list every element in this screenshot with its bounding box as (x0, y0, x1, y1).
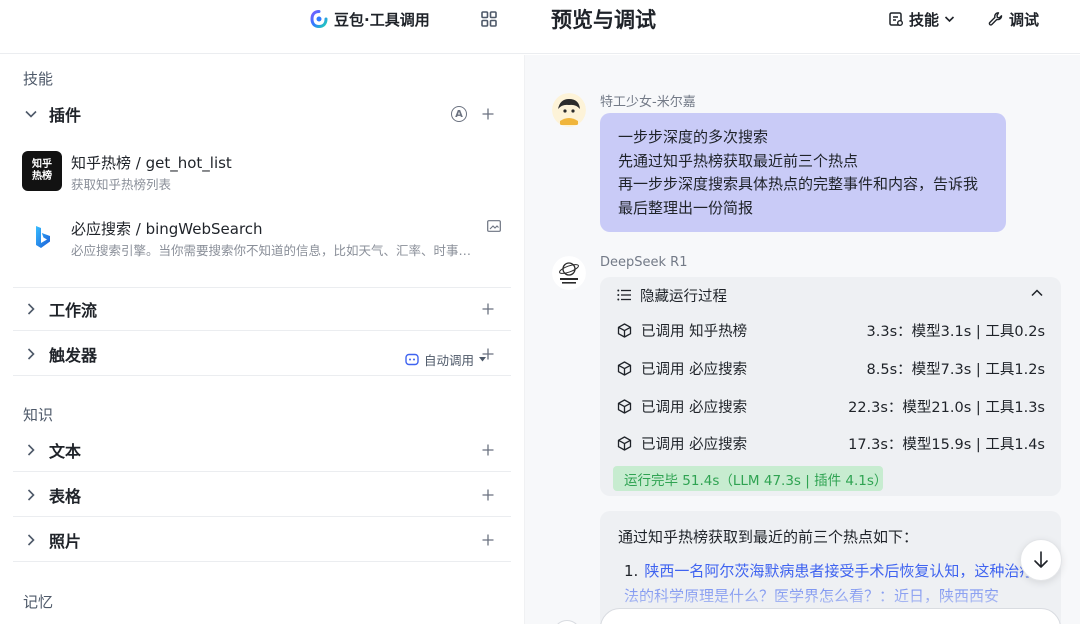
add-plugin-icon[interactable] (482, 108, 494, 120)
plugin-name: 知乎热榜 / get_hot_list (71, 154, 232, 172)
table-label: 表格 (49, 486, 82, 506)
skill-label: 技能 (909, 10, 940, 29)
text-label: 文本 (49, 441, 82, 461)
grid-icon[interactable] (480, 10, 498, 28)
text-row[interactable]: 文本 (13, 428, 511, 472)
cube-icon (617, 398, 632, 414)
workflow-label: 工作流 (49, 301, 98, 320)
run-complete-badge: 运行完毕 51.4s（LLM 47.3s | 插件 4.1s） (613, 466, 887, 491)
robot-icon (405, 353, 419, 366)
call-label: 已调用 知乎热榜 (641, 323, 748, 340)
call-time: 17.3s：模型15.9s | 工具1.4s (848, 436, 1045, 453)
hide-run-process-toggle[interactable]: 隐藏运行过程 (617, 286, 727, 305)
bottom-avatar-placeholder (553, 620, 581, 624)
call-time: 8.5s：模型7.3s | 工具1.2s (866, 361, 1045, 378)
plugin-desc: 必应搜索引擎。当你需要搜索你不知道的信息，比如天气、汇率、时事… (71, 243, 472, 258)
user-name: 特工少女-米尔嘉 (600, 95, 696, 110)
bot-avatar[interactable] (552, 256, 586, 290)
user-message-line: 最后整理出一份简报 (618, 198, 754, 217)
config-panel: 技能 插件 A 知乎 热榜 知乎热榜 / get_hot_list 获取知乎热榜列… (0, 55, 524, 624)
doubao-logo-icon (310, 10, 328, 28)
chevron-down-icon (25, 110, 37, 118)
tool-call-row[interactable]: 已调用 必应搜索 8.5s：模型7.3s | 工具1.2s (617, 358, 1045, 378)
call-label: 已调用 必应搜索 (641, 399, 748, 416)
photo-label: 照片 (49, 531, 82, 551)
add-table-icon[interactable] (482, 489, 494, 501)
knowledge-section-label: 知识 (23, 406, 54, 424)
table-row[interactable]: 表格 (13, 473, 511, 517)
top-header: 豆包·工具调用 预览与调试 技能 调试 (0, 0, 1080, 54)
bot-name: DeepSeek R1 (600, 255, 688, 270)
skills-section-label: 技能 (23, 70, 54, 88)
cube-icon (617, 360, 632, 376)
trigger-label: 触发器 (49, 345, 98, 365)
debug-label: 调试 (1009, 10, 1040, 29)
list-icon (617, 289, 631, 301)
add-photo-icon[interactable] (482, 534, 494, 546)
arrow-down-icon (1034, 551, 1048, 568)
plugin-card-bing[interactable]: 必应搜索 / bingWebSearch 必应搜索引擎。当你需要搜索你不知道的信… (13, 206, 515, 268)
user-message-line: 一步步深度的多次搜索 (618, 128, 769, 146)
preview-title: 预览与调试 (551, 8, 656, 32)
call-label: 已调用 必应搜索 (641, 436, 748, 453)
chevron-right-icon (27, 443, 35, 456)
preview-panel: 特工少女-米尔嘉 一步步深度的多次搜索 先通过知乎热榜获取最近前三个热点 再一步… (525, 55, 1080, 624)
skill-dropdown-button[interactable]: 技能 (888, 8, 955, 30)
app-title[interactable]: 豆包·工具调用 (310, 8, 430, 30)
zhihu-hotlist-icon: 知乎 热榜 (22, 151, 62, 191)
tool-call-row[interactable]: 已调用 必应搜索 17.3s：模型15.9s | 工具1.4s (617, 433, 1045, 453)
auto-call-label: 自动调用 (424, 352, 475, 368)
image-icon[interactable] (487, 220, 501, 232)
answer-item-number: 1. (624, 562, 639, 580)
plugins-row[interactable]: 插件 A (13, 92, 511, 136)
add-text-icon[interactable] (482, 444, 494, 456)
run-header-label: 隐藏运行过程 (640, 288, 727, 305)
chevron-right-icon (27, 303, 35, 315)
scroll-to-bottom-button[interactable] (1020, 539, 1062, 581)
chevron-right-icon (27, 347, 35, 360)
user-avatar[interactable] (552, 93, 586, 127)
run-process-card: 隐藏运行过程 已调用 知乎热榜 3.3s：模型3.1s | 工具0.2s 已调用… (600, 277, 1061, 496)
chevron-up-icon[interactable] (1031, 289, 1043, 297)
tool-call-row[interactable]: 已调用 知乎热榜 3.3s：模型3.1s | 工具0.2s (617, 320, 1045, 340)
user-message-line: 再一步步深度搜索具体热点的完整事件和内容，告诉我 (618, 175, 979, 193)
plugin-desc: 获取知乎热榜列表 (71, 177, 172, 192)
auto-call-dropdown[interactable]: 自动调用 (405, 351, 487, 368)
answer-intro: 通过知乎热榜获取到最近的前三个热点如下： (618, 528, 919, 546)
debug-button[interactable]: 调试 (988, 8, 1039, 30)
wrench-icon (988, 12, 1003, 26)
plugins-label: 插件 (49, 106, 82, 125)
call-label: 已调用 必应搜索 (641, 361, 748, 378)
user-message-line: 先通过知乎热榜获取最近前三个热点 (618, 151, 859, 170)
auto-mode-icon[interactable]: A (451, 106, 467, 122)
chevron-right-icon (27, 488, 35, 501)
photo-row[interactable]: 照片 (13, 518, 511, 562)
cube-icon (617, 322, 632, 338)
chevron-down-icon (944, 16, 955, 23)
skill-icon (889, 12, 903, 26)
plugin-name: 必应搜索 / bingWebSearch (71, 220, 263, 238)
cube-icon (617, 435, 632, 451)
tool-call-row[interactable]: 已调用 必应搜索 22.3s：模型21.0s | 工具1.3s (617, 396, 1045, 416)
chat-input-box[interactable] (600, 608, 1061, 624)
bing-icon (36, 226, 50, 248)
memory-section-label: 记忆 (23, 593, 54, 611)
chevron-right-icon (27, 533, 35, 546)
call-time: 22.3s：模型21.0s | 工具1.3s (848, 399, 1045, 416)
app-title-text: 豆包·工具调用 (334, 10, 430, 29)
caret-down-icon (479, 356, 487, 361)
workflow-row[interactable]: 工作流 (13, 287, 511, 331)
plugin-card-zhihu[interactable]: 知乎 热榜 知乎热榜 / get_hot_list 获取知乎热榜列表 (13, 140, 515, 202)
call-time: 3.3s：模型3.1s | 工具0.2s (866, 323, 1045, 340)
add-workflow-icon[interactable] (482, 303, 494, 315)
user-message-bubble: 一步步深度的多次搜索 先通过知乎热榜获取最近前三个热点 再一步步深度搜索具体热点… (600, 113, 1006, 232)
